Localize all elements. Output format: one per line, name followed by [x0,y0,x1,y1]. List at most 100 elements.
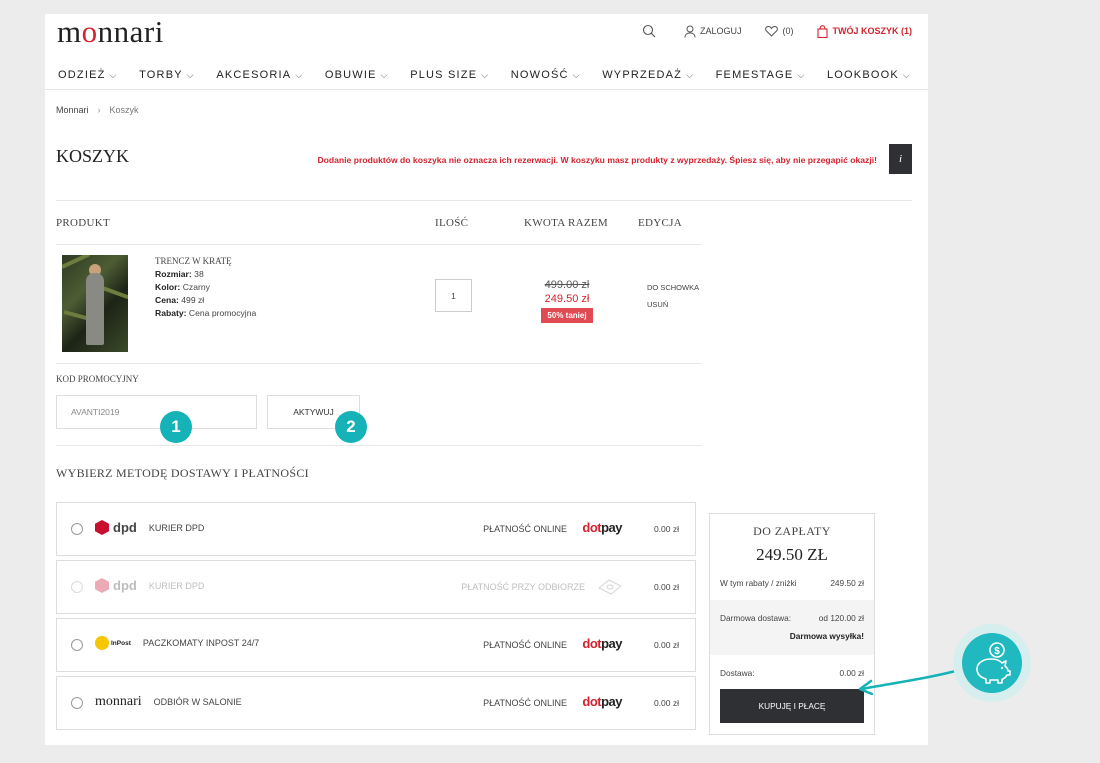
cart-link[interactable]: TWÓJ KOSZYK (1) [817,24,912,38]
shipping-option[interactable]: InPost PACZKOMATY INPOST 24/7 PŁATNOŚĆ O… [56,618,696,672]
shipping-price: 0.00 zł [653,640,679,650]
shipping-price: 0.00 zł [653,698,679,708]
breadcrumb-current: Koszyk [109,105,139,115]
nav-item-nowosc[interactable]: NOWOŚĆ ⌵ [511,69,581,81]
inpost-logo: InPost [95,636,131,650]
column-header-edit: EDYCJA [638,217,682,229]
radio-button[interactable] [71,697,83,709]
chevron-down-icon: ⌵ [186,69,195,80]
chevron-down-icon: ⌵ [572,69,581,80]
buy-button[interactable]: KUPUJĘ I PŁACĘ [720,689,864,723]
order-summary: DO ZAPŁATY 249.50 ZŁ W tym rabaty / zniż… [709,513,875,735]
cart-notice: Dodanie produktów do koszyka nie oznacza… [317,155,877,165]
inpost-sun-icon [95,636,109,650]
nav-item-akcesoria[interactable]: AKCESORIA ⌵ [216,69,303,81]
search-button[interactable] [642,24,660,38]
dotpay-logo: dotpay [582,636,622,651]
radio-button[interactable] [71,523,83,535]
step-badge-1: 1 [160,411,192,443]
shipping-option: dpd KURIER DPD PŁATNOŚĆ PRZY ODBIORZE 0.… [56,560,696,614]
dpd-cube-icon [95,578,109,593]
divider [45,89,928,90]
user-icon [684,25,696,38]
old-price: 499.00 zł [544,279,590,291]
move-to-stash-link[interactable]: DO SCHOWKA [647,283,699,292]
summary-label: DO ZAPŁATY [753,524,831,538]
login-label: ZALOGUJ [699,26,742,36]
product-image[interactable] [62,255,128,352]
nav-item-lookbook[interactable]: LOOKBOOK ⌵ [827,69,911,81]
free-delivery-panel [710,600,874,655]
radio-button [71,581,83,593]
breadcrumb-home[interactable]: Monnari [56,105,89,115]
chevron-down-icon: ⌵ [797,69,806,80]
remove-link[interactable]: USUŃ [647,300,668,309]
carrier-name: KURIER DPD [148,580,205,591]
nav-item-odziez[interactable]: ODZIEŻ ⌵ [58,69,118,81]
svg-text:$: $ [994,646,1000,657]
shopping-bag-icon [817,24,829,38]
nav-item-torby[interactable]: TORBY ⌵ [139,69,195,81]
payment-method: PŁATNOŚĆ ONLINE [483,524,567,534]
shipping-option[interactable]: monnari ODBIÓR W SALONIE PŁATNOŚĆ ONLINE… [56,676,696,730]
new-price: 249.50 zł [544,293,590,305]
nav-item-femestage[interactable]: FEMESTAGE ⌵ [716,69,806,81]
wishlist-count: (0) [782,26,794,36]
page-title: KOSZYK [56,146,130,166]
carrier-name: KURIER DPD [148,522,205,533]
piggy-bank-icon: $ [962,633,1022,693]
promo-code-input[interactable]: AVANTI2019 [56,395,257,429]
chevron-down-icon: ⌵ [295,69,304,80]
column-header-qty: ILOŚĆ [435,217,469,229]
free-shipping-note: Darmowa wysyłka! [789,631,864,641]
summary-total: 249.50 ZŁ [756,545,828,564]
nav-item-obuwie[interactable]: OBUWIE ⌵ [325,69,389,81]
summary-free-row: Darmowa dostawa: od 120.00 zł [720,613,864,623]
heart-icon [765,25,779,37]
wishlist-link[interactable]: (0) [765,25,793,37]
model-coat [86,273,104,345]
dpd-cube-icon [95,520,109,535]
payment-method: PŁATNOŚĆ ONLINE [483,640,567,650]
carrier: monnari ODBIÓR W SALONIE [95,694,242,710]
product-name[interactable]: TRENCZ W KRATĘ [155,255,256,268]
summary-delivery-row: Dostawa: 0.00 zł [720,668,864,678]
shipping-option[interactable]: dpd KURIER DPD PŁATNOŚĆ ONLINE dotpay 0.… [56,502,696,556]
column-header-total: KWOTA RAZEM [524,217,608,229]
step-badge-2: 2 [335,411,367,443]
dpd-logo: dpd [95,578,137,593]
logo[interactable]: monnari [57,14,164,50]
carrier: InPost PACZKOMATY INPOST 24/7 [95,636,259,650]
page: monnari ZALOGUJ (0) TWÓJ KOSZYK (1) ODZI… [45,14,928,745]
product-info: TRENCZ W KRATĘ Rozmiar: 38 Kolor: Czarny… [155,255,256,320]
divider [56,200,912,201]
chevron-down-icon: ⌵ [481,69,490,80]
top-actions: ZALOGUJ (0) TWÓJ KOSZYK (1) [618,24,912,38]
discount-badge: 50% taniej [541,308,593,323]
nav-item-wyprzedaz[interactable]: WYPRZEDAŻ ⌵ [602,69,694,81]
divider [56,244,702,245]
login-link[interactable]: ZALOGUJ [684,25,742,38]
search-icon [642,24,656,38]
chevron-down-icon: ⌵ [686,69,695,80]
product-color: Kolor: Czarny [155,282,210,292]
main-nav: ODZIEŻ ⌵ TORBY ⌵ AKCESORIA ⌵ OBUWIE ⌵ PLUS S… [58,69,911,81]
leaf-decor [62,255,91,269]
payment-method: PŁATNOŚĆ PRZY ODBIORZE [461,582,585,592]
product-price: Cena: 499 zł [155,295,205,305]
quantity-input[interactable]: 1 [435,279,472,312]
info-button[interactable]: i [889,144,912,174]
dotpay-logo: dotpay [582,520,622,535]
chevron-down-icon: ⌵ [109,69,118,80]
breadcrumb-separator: › [97,105,101,115]
info-icon: i [898,153,903,165]
nav-item-plus-size[interactable]: PLUS SIZE ⌵ [410,69,489,81]
column-header-product: PRODUKT [56,217,111,229]
carrier: dpd KURIER DPD [95,520,204,535]
shipping-title: WYBIERZ METODĘ DOSTAWY I PŁATNOŚCI [56,466,309,480]
chevron-down-icon: ⌵ [380,69,389,80]
cash-icon [597,576,623,599]
radio-button[interactable] [71,639,83,651]
dpd-logo: dpd [95,520,137,535]
carrier-name: PACZKOMATY INPOST 24/7 [142,638,260,648]
